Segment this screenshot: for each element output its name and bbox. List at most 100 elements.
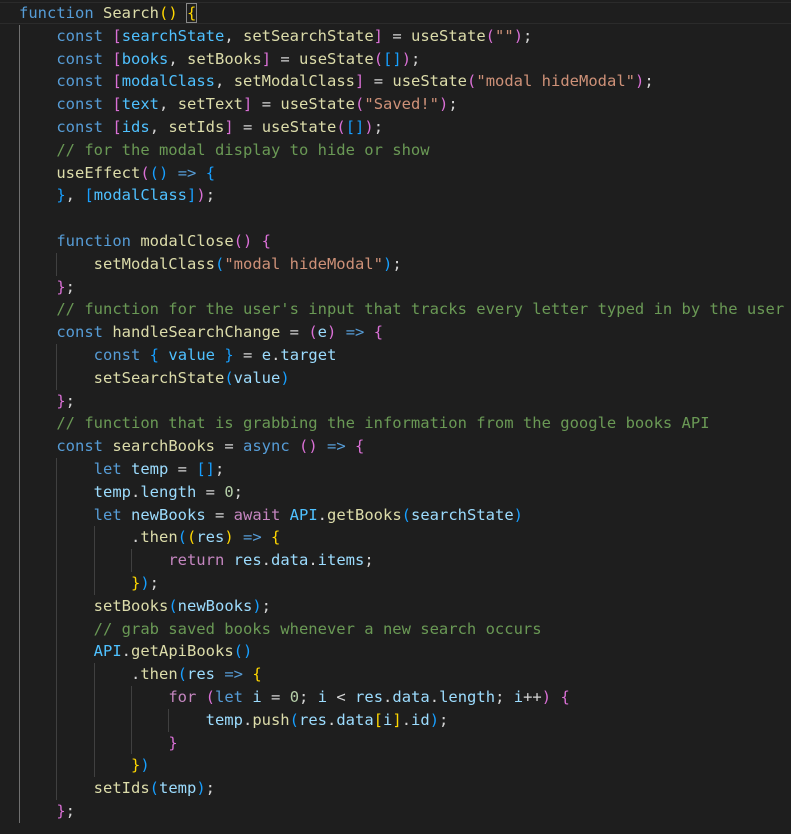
code-token: .: [130, 665, 141, 684]
code-line[interactable]: setSearchState(value): [19, 367, 784, 390]
code-token: ,: [159, 95, 178, 114]
code-token: .: [383, 687, 393, 706]
code-token: ;: [65, 801, 76, 820]
code-token: ): [140, 573, 150, 592]
code-token: ): [382, 254, 393, 273]
code-line[interactable]: };: [19, 800, 784, 823]
code-line[interactable]: setIds(temp);: [19, 777, 784, 800]
code-token: "": [495, 26, 514, 45]
code-token: await: [233, 505, 281, 524]
code-token: setBooks: [93, 596, 169, 615]
code-token: ,: [215, 72, 234, 91]
code-line[interactable]: for (let i = 0; i < res.data.length; i++…: [19, 686, 784, 709]
code-token: ): [513, 505, 524, 524]
code-token: function: [19, 4, 94, 22]
code-token: []: [383, 49, 402, 68]
code-token: ): [513, 26, 524, 45]
code-token: (: [168, 596, 178, 615]
code-token: ): [140, 756, 150, 775]
code-line[interactable]: temp.push(res.data[i].id);: [19, 709, 784, 732]
code-line[interactable]: const searchBooks = async () => {: [19, 435, 784, 458]
code-line[interactable]: function modalClose() {: [19, 230, 784, 253]
code-token: // function for the user's input that tr…: [56, 300, 785, 319]
code-token: for: [168, 687, 197, 706]
code-token: const: [56, 26, 103, 45]
code-token: }: [130, 573, 141, 592]
code-line[interactable]: temp.length = 0;: [19, 481, 784, 504]
code-line[interactable]: const [modalClass, setModalClass] = useS…: [19, 70, 784, 93]
code-token: length: [140, 482, 197, 501]
code-line[interactable]: let temp = [];: [19, 458, 784, 481]
code-line[interactable]: const [ids, setIds] = useState([]);: [19, 116, 784, 139]
code-token: modalClose: [140, 231, 234, 250]
code-line[interactable]: }: [19, 732, 784, 755]
code-token: i: [383, 710, 393, 729]
code-line[interactable]: });: [19, 572, 784, 595]
code-line[interactable]: const { value } = e.target: [19, 344, 784, 367]
code-line[interactable]: };: [19, 276, 784, 299]
code-line[interactable]: [19, 207, 784, 230]
code-line[interactable]: // function for the user's input that tr…: [19, 298, 784, 321]
code-token: ;: [364, 551, 374, 570]
code-line[interactable]: // function that is grabbing the informa…: [19, 412, 784, 435]
code-token: =>: [345, 323, 365, 342]
code-token: (: [177, 665, 187, 684]
code-line[interactable]: return res.data.items;: [19, 549, 784, 572]
code-token: ;: [495, 687, 514, 706]
code-line[interactable]: let newBooks = await API.getBooks(search…: [19, 504, 784, 527]
code-token: =: [261, 687, 290, 706]
code-token: data: [271, 551, 309, 570]
code-line[interactable]: .then((res) => {: [19, 526, 784, 549]
code-token: }: [56, 186, 66, 205]
code-area[interactable]: function Search() { const [searchState, …: [19, 2, 784, 823]
code-line[interactable]: // for the modal display to hide or show: [19, 139, 784, 162]
code-token: API: [289, 505, 318, 524]
code-token: temp: [205, 710, 243, 729]
code-token: i: [513, 687, 524, 706]
code-token: return: [168, 551, 225, 570]
code-token: .: [429, 687, 440, 706]
code-line[interactable]: setBooks(newBooks);: [19, 595, 784, 618]
code-token: const: [56, 323, 103, 342]
code-line[interactable]: setModalClass("modal hideModal");: [19, 253, 784, 276]
code-token: (): [159, 4, 178, 22]
code-token: .: [130, 482, 141, 501]
code-line[interactable]: // grab saved books whenever a new searc…: [19, 618, 784, 641]
code-token: ]: [373, 26, 384, 45]
code-line[interactable]: }): [19, 754, 784, 777]
code-token: setSearchState: [93, 368, 225, 387]
code-token: =>: [327, 437, 346, 456]
code-line[interactable]: const [text, setText] = useState("Saved!…: [19, 93, 784, 116]
code-token: .: [317, 505, 328, 524]
code-token: res: [233, 551, 262, 570]
code-line[interactable]: const [books, setBooks] = useState([]);: [19, 48, 784, 71]
code-editor[interactable]: function Search() { const [searchState, …: [0, 0, 791, 834]
code-token: ;: [644, 72, 654, 91]
code-token: }: [56, 391, 66, 410]
code-token: ;: [523, 26, 533, 45]
code-line[interactable]: function Search() {: [19, 2, 784, 25]
code-token: ;: [373, 117, 384, 136]
code-token: {: [185, 3, 198, 23]
code-token: const: [56, 49, 103, 68]
code-line[interactable]: API.getApiBooks(): [19, 640, 784, 663]
code-token: ;: [65, 277, 76, 296]
code-line[interactable]: }, [modalClass]);: [19, 184, 784, 207]
code-token: ;: [215, 459, 225, 478]
code-line[interactable]: .then(res => {: [19, 663, 784, 686]
code-token: =: [364, 72, 393, 91]
code-line[interactable]: const handleSearchChange = (e) => {: [19, 321, 784, 344]
code-line[interactable]: useEffect(() => {: [19, 162, 784, 185]
code-token: ;: [149, 573, 160, 592]
code-line[interactable]: const [searchState, setSearchState] = us…: [19, 25, 784, 48]
code-line[interactable]: };: [19, 390, 784, 413]
